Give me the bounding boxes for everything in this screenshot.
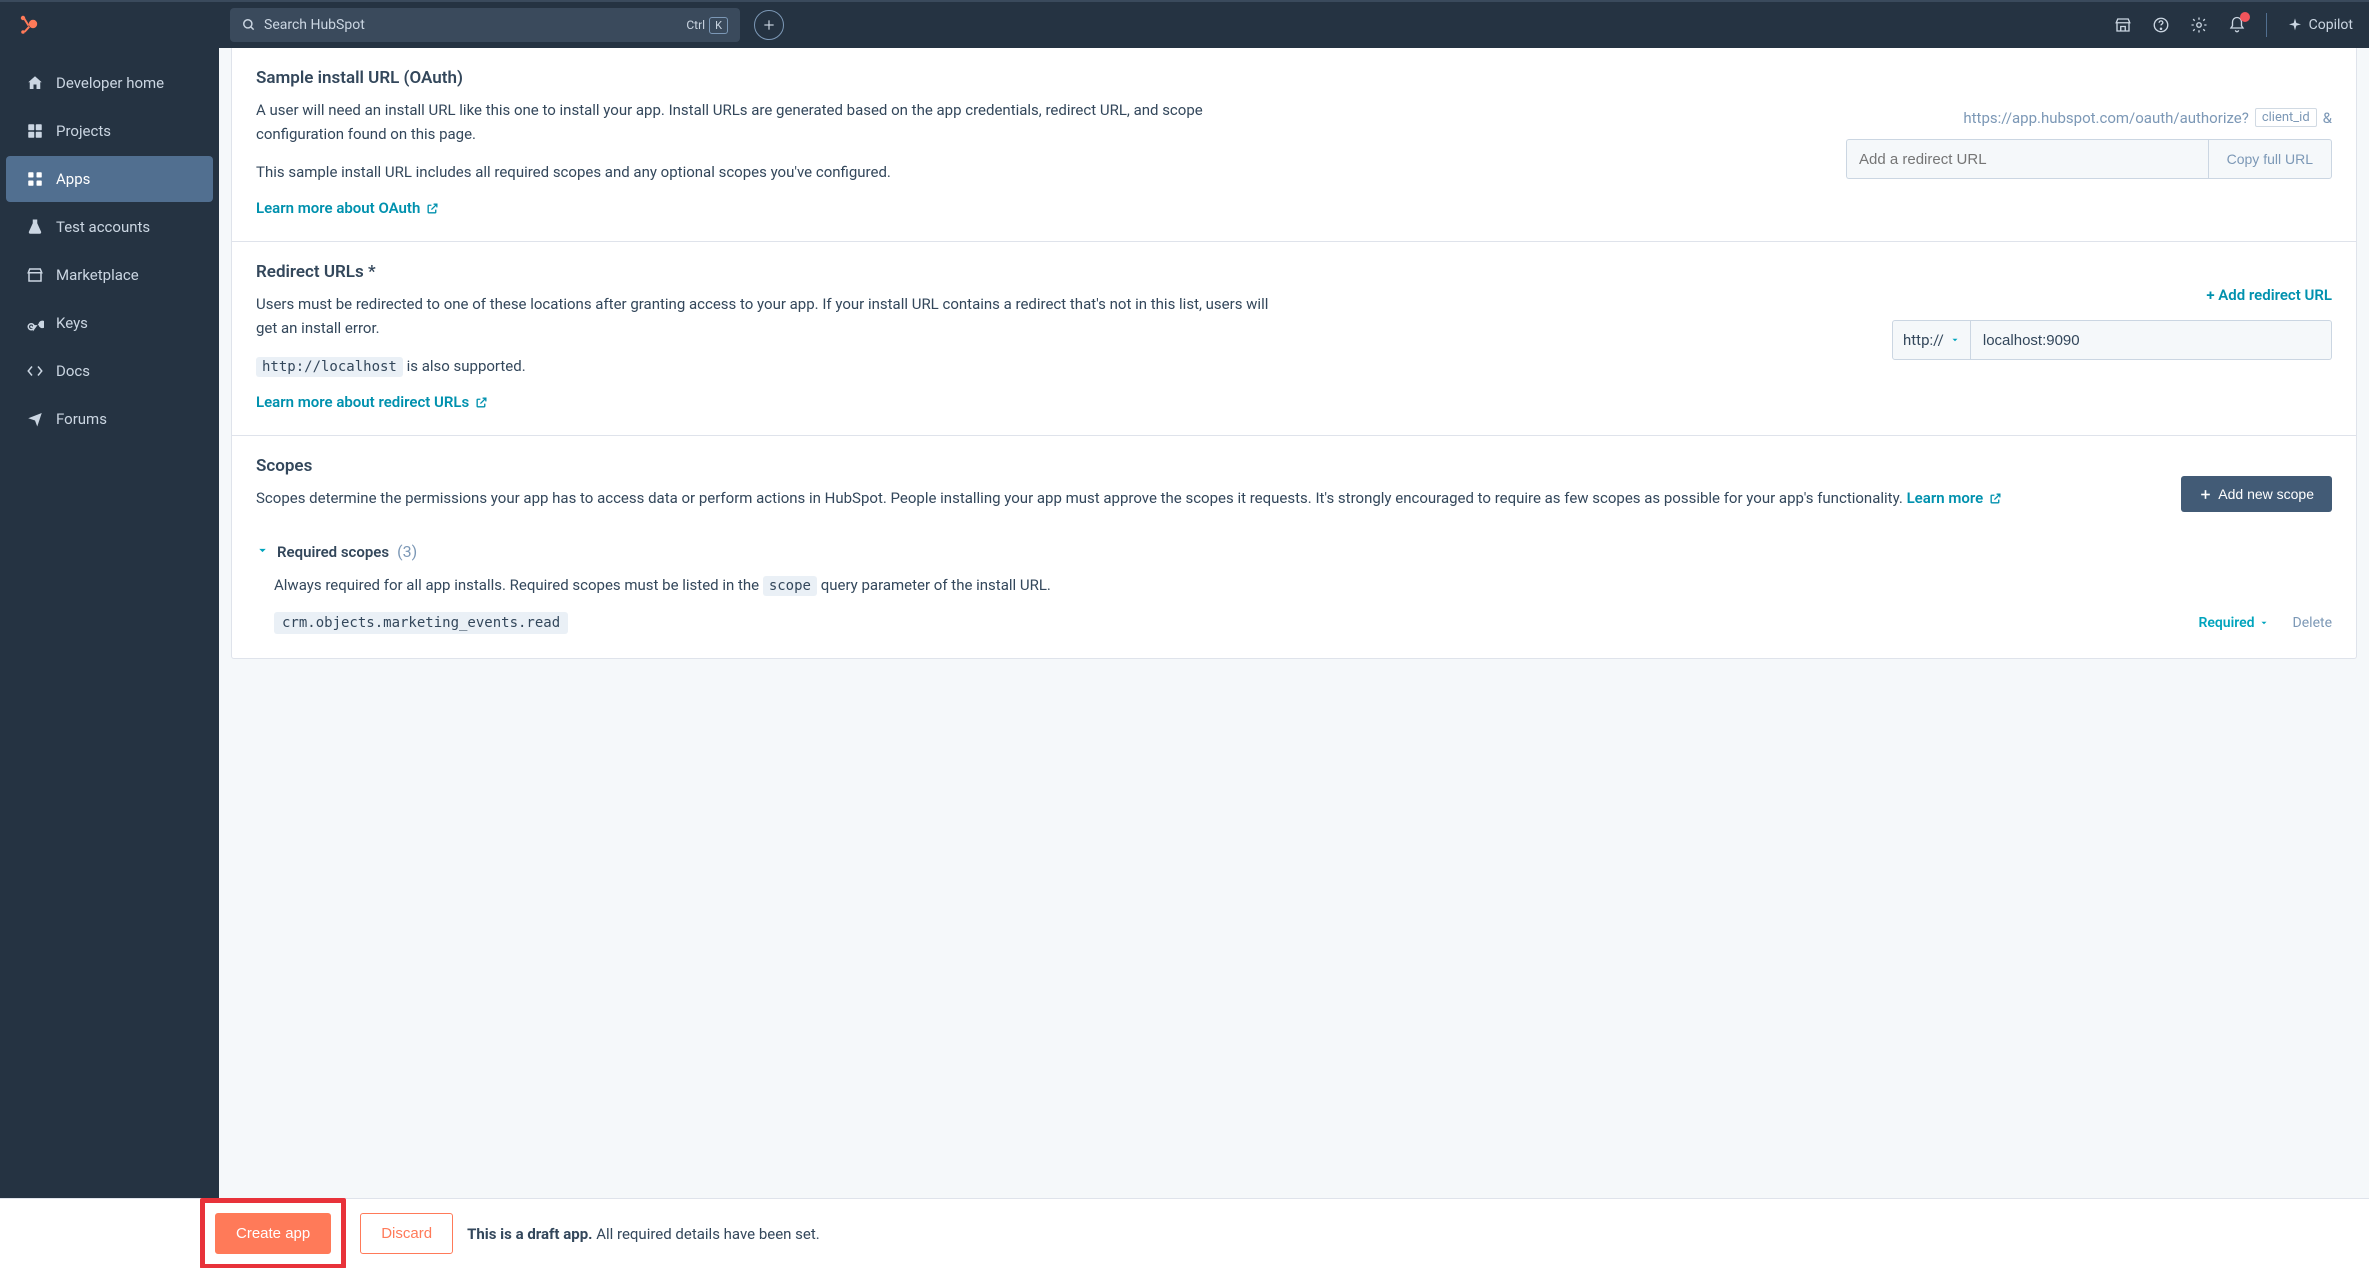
sidebar-item-label: Apps xyxy=(56,170,90,188)
redirect-learn-link[interactable]: Learn more about redirect URLs xyxy=(256,393,488,411)
required-scopes-note: Always required for all app installs. Re… xyxy=(256,573,2332,597)
hubspot-logo[interactable] xyxy=(16,13,40,37)
localhost-code: http://localhost xyxy=(256,357,403,377)
help-icon[interactable] xyxy=(2152,16,2170,34)
copy-full-url-button[interactable]: Copy full URL xyxy=(2208,139,2332,179)
add-scope-label: Add new scope xyxy=(2218,486,2314,502)
chevron-down-icon[interactable] xyxy=(256,542,269,561)
sidebar-item-label: Projects xyxy=(56,122,111,140)
k-key: K xyxy=(709,17,728,34)
note-post: query parameter of the install URL. xyxy=(817,576,1051,594)
scope-code: crm.objects.marketing_events.read xyxy=(274,612,568,634)
create-app-highlight: Create app xyxy=(200,1198,346,1268)
draft-status-text: This is a draft app. All required detail… xyxy=(467,1225,820,1243)
marketplace-icon[interactable] xyxy=(2114,16,2132,34)
ampersand: & xyxy=(2323,109,2332,127)
sidebar-item-marketplace[interactable]: Marketplace xyxy=(6,252,213,298)
sidebar-item-forums[interactable]: Forums xyxy=(6,396,213,442)
scopes-desc-text: Scopes determine the permissions your ap… xyxy=(256,489,1907,507)
notification-dot xyxy=(2240,12,2250,22)
required-star: * xyxy=(368,262,376,282)
oauth-learn-label: Learn more about OAuth xyxy=(256,199,420,217)
sidebar-item-developer-home[interactable]: Developer home xyxy=(6,60,213,106)
create-button[interactable] xyxy=(754,10,784,40)
redirect-learn-label: Learn more about redirect URLs xyxy=(256,393,469,411)
redirect-desc: Users must be redirected to one of these… xyxy=(256,292,1274,340)
scopes-title: Scopes xyxy=(256,456,2141,476)
note-pre: Always required for all app installs. Re… xyxy=(274,576,763,594)
copilot-button[interactable]: Copilot xyxy=(2287,17,2353,33)
create-app-button[interactable]: Create app xyxy=(215,1213,331,1254)
oauth-title: Sample install URL (OAuth) xyxy=(256,68,1274,88)
scope-required-dropdown[interactable]: Required xyxy=(2198,615,2268,631)
sidebar-item-label: Docs xyxy=(56,362,90,380)
sidebar-item-keys[interactable]: Keys xyxy=(6,300,213,346)
notifications-icon[interactable] xyxy=(2228,16,2246,34)
ctrl-label: Ctrl xyxy=(686,18,705,32)
also-supported: is also supported. xyxy=(403,357,526,375)
external-link-icon xyxy=(1989,492,2002,505)
scopes-learn-label: Learn more xyxy=(1907,486,1984,510)
protocol-value: http:// xyxy=(1903,331,1944,349)
scope-param-code: scope xyxy=(763,576,817,596)
settings-icon[interactable] xyxy=(2190,16,2208,34)
sidebar: Developer home Projects Apps Test accoun… xyxy=(0,48,219,1268)
redirect-urls-section: Redirect URLs * Users must be redirected… xyxy=(232,242,2356,436)
discard-button[interactable]: Discard xyxy=(360,1213,453,1254)
add-new-scope-button[interactable]: Add new scope xyxy=(2181,476,2332,512)
scope-row: crm.objects.marketing_events.read Requir… xyxy=(256,612,2332,634)
sidebar-item-apps[interactable]: Apps xyxy=(6,156,213,202)
scopes-desc: Scopes determine the permissions your ap… xyxy=(256,486,2141,510)
search-shortcut: Ctrl K xyxy=(686,17,728,34)
redirect-url-input[interactable] xyxy=(1846,139,2208,179)
scope-required-label: Required xyxy=(2198,615,2254,631)
divider xyxy=(2266,13,2267,37)
oauth-section: Sample install URL (OAuth) A user will n… xyxy=(232,48,2356,242)
oauth-url-base: https://app.hubspot.com/oauth/authorize? xyxy=(1963,109,2248,127)
external-link-icon xyxy=(426,202,439,215)
sidebar-item-label: Developer home xyxy=(56,74,164,92)
search-input[interactable]: Search HubSpot Ctrl K xyxy=(230,8,740,42)
required-scopes-title: Required scopes xyxy=(277,543,389,561)
sidebar-item-label: Marketplace xyxy=(56,266,139,284)
sidebar-item-label: Test accounts xyxy=(56,218,150,236)
sidebar-item-projects[interactable]: Projects xyxy=(6,108,213,154)
draft-bold: This is a draft app. xyxy=(467,1225,592,1243)
client-id-placeholder: client_id xyxy=(2255,108,2317,127)
oauth-learn-link[interactable]: Learn more about OAuth xyxy=(256,199,439,217)
caret-down-icon xyxy=(1950,331,1960,349)
redirect-title: Redirect URLs * xyxy=(256,262,1274,282)
draft-rest: All required details have been set. xyxy=(592,1225,819,1243)
oauth-desc-1: A user will need an install URL like thi… xyxy=(256,98,1274,146)
sidebar-item-test-accounts[interactable]: Test accounts xyxy=(6,204,213,250)
required-scopes-count: (3) xyxy=(397,542,417,561)
top-bar: Search HubSpot Ctrl K xyxy=(0,0,2369,48)
redirect-title-text: Redirect URLs xyxy=(256,262,364,282)
protocol-select[interactable]: http:// xyxy=(1892,320,1971,360)
sidebar-item-docs[interactable]: Docs xyxy=(6,348,213,394)
content-area: Sample install URL (OAuth) A user will n… xyxy=(219,48,2369,1268)
sidebar-item-label: Forums xyxy=(56,410,107,428)
add-redirect-url-link[interactable]: + Add redirect URL xyxy=(2206,286,2332,304)
scope-delete-button[interactable]: Delete xyxy=(2293,615,2332,631)
redirect-url-value-input[interactable] xyxy=(1971,320,2332,360)
search-placeholder: Search HubSpot xyxy=(264,17,686,33)
sidebar-item-label: Keys xyxy=(56,314,88,332)
copilot-label: Copilot xyxy=(2309,17,2353,33)
required-scopes-header[interactable]: Required scopes (3) xyxy=(256,542,2332,561)
oauth-desc-2: This sample install URL includes all req… xyxy=(256,160,1274,184)
external-link-icon xyxy=(475,396,488,409)
footer-bar: Create app Discard This is a draft app. … xyxy=(0,1198,2369,1268)
oauth-url-preview: https://app.hubspot.com/oauth/authorize?… xyxy=(1963,108,2332,127)
scopes-learn-link[interactable]: Learn more xyxy=(1907,486,2003,510)
scopes-section: Scopes Scopes determine the permissions … xyxy=(232,436,2356,657)
redirect-localhost-note: http://localhost is also supported. xyxy=(256,354,1274,378)
